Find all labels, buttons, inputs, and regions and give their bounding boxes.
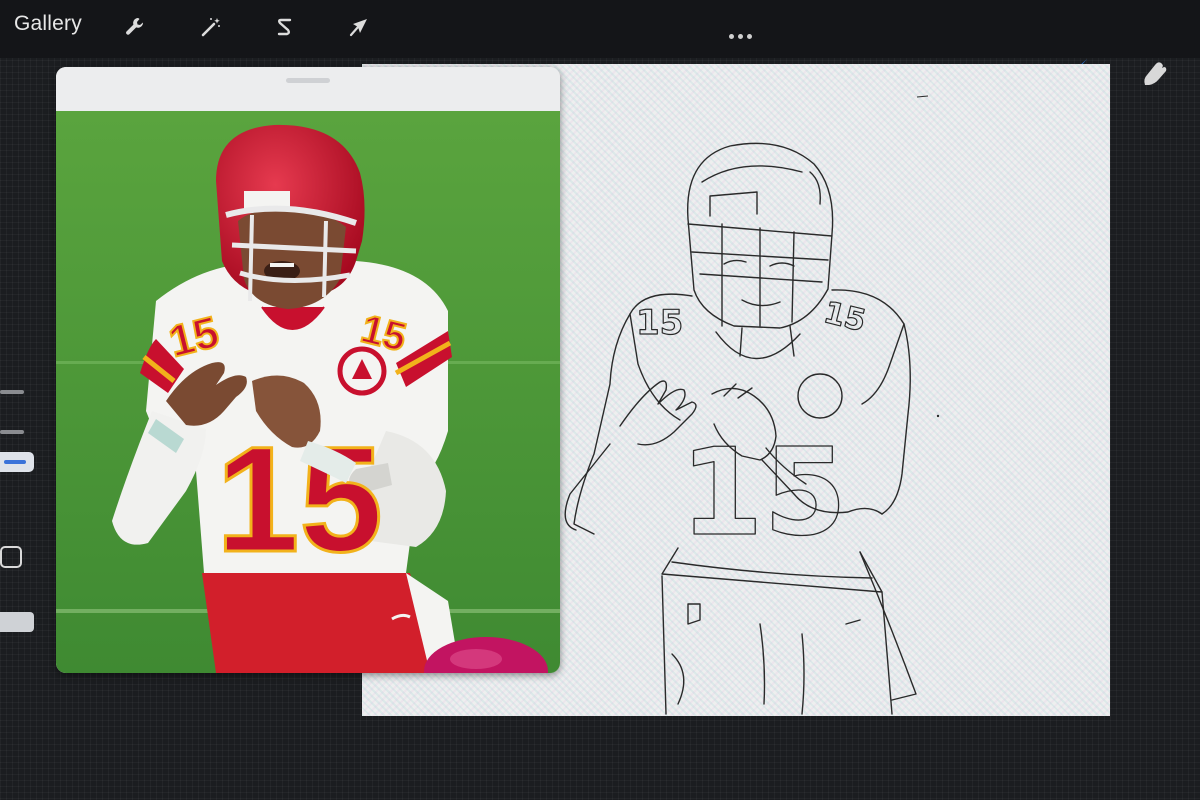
- undo-button[interactable]: [0, 612, 34, 632]
- magic-wand-icon[interactable]: [194, 10, 228, 44]
- svg-text:15: 15: [820, 295, 869, 339]
- modify-button[interactable]: [0, 546, 22, 568]
- gallery-button[interactable]: Gallery: [14, 12, 82, 36]
- svg-text:15: 15: [680, 424, 847, 563]
- left-sidebar: [0, 280, 40, 650]
- reference-window[interactable]: 15 15 15: [56, 67, 560, 673]
- selection-s-icon[interactable]: [268, 10, 302, 44]
- opacity-slider-handle[interactable]: [0, 452, 34, 472]
- reference-header[interactable]: [56, 67, 560, 111]
- reference-photo: 15 15 15: [56, 111, 560, 673]
- arrow-cursor-icon[interactable]: [342, 10, 376, 44]
- brush-size-slider[interactable]: [0, 390, 24, 394]
- svg-text:15: 15: [636, 303, 683, 343]
- drag-handle[interactable]: [286, 78, 330, 83]
- ellipsis-icon[interactable]: [722, 30, 758, 42]
- slider-tick: [0, 430, 24, 434]
- wrench-icon[interactable]: [118, 10, 152, 44]
- smudge-finger-icon[interactable]: [1134, 52, 1174, 92]
- top-toolbar: Gallery: [0, 0, 1200, 58]
